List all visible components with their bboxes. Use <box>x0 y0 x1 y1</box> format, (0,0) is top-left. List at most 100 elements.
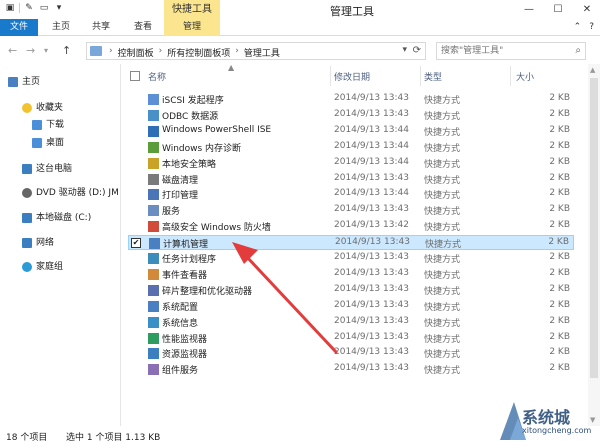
file-date: 2014/9/13 13:43 <box>334 108 409 119</box>
vertical-scrollbar[interactable]: ▲ ▼ <box>588 64 600 426</box>
search-icon[interactable]: ⌕ <box>575 45 581 56</box>
close-button[interactable]: ✕ <box>574 0 600 19</box>
shortcut-icon <box>148 316 159 328</box>
nav-item-network[interactable]: 网络 <box>22 235 54 251</box>
file-row[interactable]: 磁盘清理 2014/9/13 13:43 快捷方式 2 KB <box>128 172 574 187</box>
file-row[interactable]: ✔ 计算机管理 2014/9/13 13:43 快捷方式 2 KB <box>128 235 574 251</box>
minimize-button[interactable]: — <box>516 0 542 19</box>
file-size: 2 KB <box>549 172 570 183</box>
scroll-up-icon[interactable]: ▲ <box>590 66 595 74</box>
scrollbar-thumb[interactable] <box>590 78 598 378</box>
title-bar: ▣ ✎ ▭ ▾ 快捷工具 管理工具 — ☐ ✕ <box>0 0 600 19</box>
file-row[interactable]: 系统配置 2014/9/13 13:43 快捷方式 2 KB <box>128 299 574 314</box>
file-row[interactable]: 资源监视器 2014/9/13 13:43 快捷方式 2 KB <box>128 346 574 361</box>
ribbon-collapse-icon[interactable]: ⌃ <box>574 22 582 32</box>
file-row[interactable]: Windows PowerShell ISE 2014/9/13 13:44 快捷方… <box>128 124 574 139</box>
file-type: 快捷方式 <box>424 255 461 265</box>
file-name: 计算机管理 <box>163 240 209 251</box>
back-icon[interactable]: ← <box>8 44 17 57</box>
item-count: 18 个项目 <box>6 433 48 443</box>
shortcut-icon <box>148 332 159 344</box>
file-type: 快捷方式 <box>424 223 461 234</box>
new-folder-icon[interactable]: ▭ <box>38 2 50 14</box>
control-panel-icon <box>90 46 102 56</box>
file-row[interactable]: ODBC 数据源 2014/9/13 13:43 快捷方式 2 KB <box>128 108 574 123</box>
shortcut-icon <box>148 94 159 105</box>
forward-icon[interactable]: → <box>26 44 35 57</box>
breadcrumb-item[interactable]: 控制面板 <box>118 46 154 59</box>
file-row[interactable]: iSCSI 发起程序 2014/9/13 13:43 快捷方式 2 KB <box>128 92 574 107</box>
recent-locations-icon[interactable]: ▾ <box>44 46 48 55</box>
nav-item-dvd-drive[interactable]: DVD 驱动器 (D:) JM <box>22 185 119 201</box>
properties-icon[interactable]: ✎ <box>23 2 35 14</box>
file-type: 快捷方式 <box>425 240 462 251</box>
column-separator[interactable] <box>330 66 331 86</box>
column-header-date[interactable]: 修改日期 <box>334 70 370 84</box>
shortcut-icon <box>148 284 159 296</box>
file-type: 快捷方式 <box>424 143 461 154</box>
file-row[interactable]: 组件服务 2014/9/13 13:43 快捷方式 2 KB <box>128 362 574 377</box>
column-header-size[interactable]: 大小 <box>516 70 534 84</box>
tab-file[interactable]: 文件 <box>0 19 38 36</box>
column-separator[interactable] <box>510 66 511 86</box>
address-dropdown-icon[interactable]: ▾ <box>402 45 407 55</box>
shortcut-icon <box>148 141 159 153</box>
refresh-icon[interactable]: ⟳ <box>413 45 421 56</box>
address-field[interactable]: › 控制面板 › 所有控制面板项 › 管理工具 ▾ ⟳ <box>86 42 426 60</box>
tab-view[interactable]: 查看 <box>128 19 158 36</box>
address-bar-row: ← → ▾ ↑ › 控制面板 › 所有控制面板项 › 管理工具 ▾ ⟳ ⌕ <box>0 36 600 64</box>
help-icon[interactable]: ? <box>589 22 594 32</box>
file-type: 快捷方式 <box>424 270 461 281</box>
file-row[interactable]: 性能监视器 2014/9/13 13:43 快捷方式 2 KB <box>128 331 574 346</box>
file-row[interactable]: 任务计划程序 2014/9/13 13:43 快捷方式 2 KB <box>128 251 574 266</box>
qat-dropdown-icon[interactable]: ▾ <box>53 2 65 14</box>
context-tab-group-label: 快捷工具 <box>164 0 220 19</box>
homegroup-icon <box>22 261 32 272</box>
nav-item-downloads[interactable]: 下载 <box>32 117 64 133</box>
nav-item-home[interactable]: 主页 <box>8 74 40 90</box>
select-all-checkbox[interactable] <box>130 71 140 81</box>
row-checkbox[interactable]: ✔ <box>131 238 141 249</box>
file-type: 快捷方式 <box>424 334 461 345</box>
nav-item-label: 收藏夹 <box>36 103 64 113</box>
watermark-url: xitongcheng.com <box>522 426 592 435</box>
column-header-type[interactable]: 类型 <box>424 70 442 84</box>
nav-item-local-disk[interactable]: 本地磁盘 (C:) <box>22 210 91 226</box>
maximize-button[interactable]: ☐ <box>545 0 571 19</box>
file-row[interactable]: 事件查看器 2014/9/13 13:43 快捷方式 2 KB <box>128 267 574 282</box>
tab-share[interactable]: 共享 <box>86 19 116 36</box>
breadcrumb-item[interactable]: 管理工具 <box>244 46 280 59</box>
nav-item-favorites[interactable]: 收藏夹 <box>22 100 63 116</box>
file-date: 2014/9/13 13:44 <box>334 140 409 151</box>
file-row[interactable]: 服务 2014/9/13 13:43 快捷方式 2 KB <box>128 203 574 218</box>
file-row[interactable]: 系统信息 2014/9/13 13:43 快捷方式 2 KB <box>128 315 574 330</box>
nav-item-this-pc[interactable]: 这台电脑 <box>22 161 72 177</box>
file-name: 组件服务 <box>162 366 199 377</box>
tab-home[interactable]: 主页 <box>46 19 76 36</box>
shortcut-icon <box>148 189 159 201</box>
file-row[interactable]: 碎片整理和优化驱动器 2014/9/13 13:43 快捷方式 2 KB <box>128 283 574 298</box>
nav-item-desktop[interactable]: 桌面 <box>32 135 64 151</box>
column-separator[interactable] <box>420 66 421 86</box>
pane-divider[interactable] <box>120 64 121 426</box>
file-row[interactable]: 高级安全 Windows 防火墙 2014/9/13 13:42 快捷方式 2 KB <box>128 219 574 234</box>
file-date: 2014/9/13 13:43 <box>334 93 409 103</box>
breadcrumb-item[interactable]: 所有控制面板项 <box>167 46 230 59</box>
up-icon[interactable]: ↑ <box>62 44 71 57</box>
download-folder-icon <box>32 119 42 130</box>
file-row[interactable]: 打印管理 2014/9/13 13:44 快捷方式 2 KB <box>128 187 574 202</box>
search-input[interactable] <box>437 43 565 59</box>
window-title: 管理工具 <box>330 5 374 18</box>
nav-item-homegroup[interactable]: 家庭组 <box>22 259 63 275</box>
search-box[interactable]: ⌕ <box>436 42 586 60</box>
column-header-name[interactable]: 名称 <box>148 70 166 84</box>
tab-manage[interactable]: 管理 <box>164 19 220 36</box>
file-size: 2 KB <box>548 237 569 248</box>
app-icon[interactable]: ▣ <box>4 2 16 14</box>
file-size: 2 KB <box>549 315 570 326</box>
nav-item-label: 这台电脑 <box>36 164 73 174</box>
file-row[interactable]: Windows 内存诊断 2014/9/13 13:44 快捷方式 2 KB <box>128 140 574 155</box>
file-type: 快捷方式 <box>424 96 461 106</box>
file-row[interactable]: 本地安全策略 2014/9/13 13:44 快捷方式 2 KB <box>128 156 574 171</box>
shortcut-icon <box>149 238 160 250</box>
